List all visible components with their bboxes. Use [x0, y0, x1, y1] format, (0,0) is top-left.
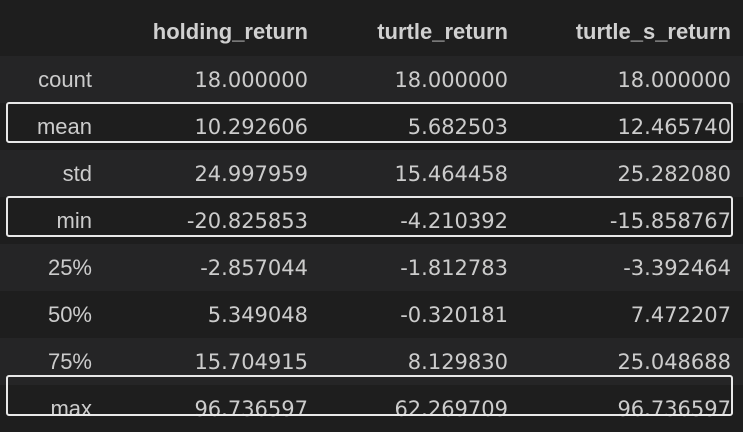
table-cell: 15.464458 [320, 150, 520, 197]
table-cell: 25.282080 [520, 150, 743, 197]
table-cell: 18.000000 [320, 56, 520, 103]
table-cell: 25.048688 [520, 338, 743, 385]
dataframe-output: holding_return turtle_return turtle_s_re… [0, 0, 743, 432]
row-label: 25% [0, 244, 108, 291]
table-cell: 5.349048 [108, 291, 320, 338]
row-label: std [0, 150, 108, 197]
table-row-max: max 96.736597 62.269709 96.736597 [0, 385, 743, 432]
row-label: min [0, 197, 108, 244]
column-header-holding-return: holding_return [108, 8, 320, 56]
header-row: holding_return turtle_return turtle_s_re… [0, 8, 743, 56]
table-cell: -4.210392 [320, 197, 520, 244]
row-label: 50% [0, 291, 108, 338]
table-cell: -15.858767 [520, 197, 743, 244]
table-cell: -20.825853 [108, 197, 320, 244]
table-cell: -0.320181 [320, 291, 520, 338]
table-cell: 12.465740 [520, 103, 743, 150]
table-row-min: min -20.825853 -4.210392 -15.858767 [0, 197, 743, 244]
table-cell: -3.392464 [520, 244, 743, 291]
row-label: count [0, 56, 108, 103]
table-cell: 7.472207 [520, 291, 743, 338]
row-label: 75% [0, 338, 108, 385]
table-cell: 15.704915 [108, 338, 320, 385]
index-header [0, 8, 108, 56]
table-cell: 96.736597 [520, 385, 743, 432]
table-row-50pct: 50% 5.349048 -0.320181 7.472207 [0, 291, 743, 338]
table-cell: 24.997959 [108, 150, 320, 197]
table-cell: -1.812783 [320, 244, 520, 291]
table-row-mean: mean 10.292606 5.682503 12.465740 [0, 103, 743, 150]
table-row-25pct: 25% -2.857044 -1.812783 -3.392464 [0, 244, 743, 291]
table-cell: 8.129830 [320, 338, 520, 385]
table-cell: 18.000000 [520, 56, 743, 103]
table-cell: 96.736597 [108, 385, 320, 432]
table-row-count: count 18.000000 18.000000 18.000000 [0, 56, 743, 103]
column-header-turtle-s-return: turtle_s_return [520, 8, 743, 56]
column-header-turtle-return: turtle_return [320, 8, 520, 56]
row-label: mean [0, 103, 108, 150]
table-cell: 18.000000 [108, 56, 320, 103]
table-row-std: std 24.997959 15.464458 25.282080 [0, 150, 743, 197]
table-cell: 5.682503 [320, 103, 520, 150]
table-cell: 62.269709 [320, 385, 520, 432]
table-row-75pct: 75% 15.704915 8.129830 25.048688 [0, 338, 743, 385]
table-cell: -2.857044 [108, 244, 320, 291]
table-cell: 10.292606 [108, 103, 320, 150]
row-label: max [0, 385, 108, 432]
describe-table: holding_return turtle_return turtle_s_re… [0, 8, 743, 432]
